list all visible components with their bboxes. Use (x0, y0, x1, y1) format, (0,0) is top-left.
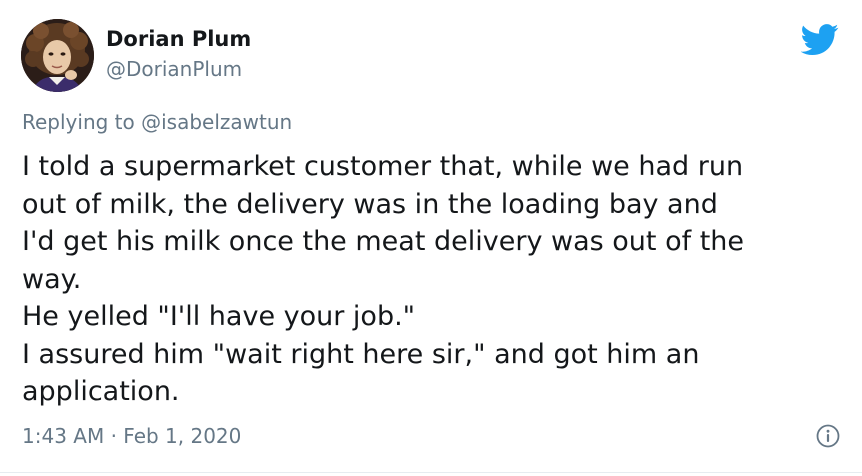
author-handle[interactable]: @DorianPlum (106, 57, 242, 81)
tweet-text-line: way. (22, 263, 82, 295)
tweet-text: I told a supermarket customer that, whil… (22, 148, 852, 411)
divider (0, 472, 862, 473)
tweet-text-line: I assured him "wait right here sir," and… (22, 338, 700, 370)
info-icon[interactable] (816, 424, 840, 448)
author-display-name[interactable]: Dorian Plum (106, 27, 251, 51)
tweet-timestamp[interactable]: 1:43 AM · Feb 1, 2020 (22, 424, 241, 448)
reply-mention-link[interactable]: @isabelzawtun (141, 110, 292, 134)
tweet-text-line: I told a supermarket customer that, whil… (22, 151, 744, 182)
tweet-text-line: I'd get his milk once the meat delivery … (22, 226, 744, 257)
tweet-text-line: application. (22, 376, 180, 407)
reply-context: Replying to @isabelzawtun (22, 110, 292, 134)
tweet-text-line: out of milk, the delivery was in the loa… (22, 188, 718, 220)
tweet-card: Dorian Plum @DorianPlum Replying to @isa… (0, 0, 862, 476)
avatar[interactable] (21, 19, 94, 92)
reply-prefix: Replying to (22, 110, 135, 134)
twitter-bird-icon[interactable] (800, 24, 839, 56)
avatar-image (21, 19, 94, 92)
tweet-text-line: He yelled "I'll have your job." (22, 301, 416, 332)
